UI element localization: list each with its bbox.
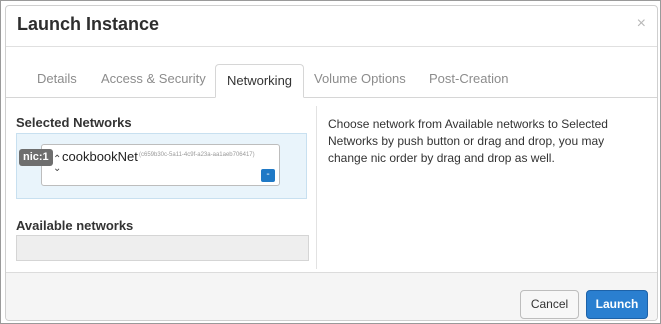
sort-arrows-icon[interactable]: ⌃ ⌄ [53,155,61,174]
panel-divider [316,106,317,269]
tab-bar: Details Access & Security Networking Vol… [6,64,657,98]
selected-network-item[interactable]: nic:1 ⌃ ⌄ cookbookNet (c659b30c-5a11-4c9f… [19,144,280,186]
modal-title: Launch Instance [17,14,160,34]
available-networks-list[interactable] [16,235,309,261]
cancel-button[interactable]: Cancel [520,290,579,319]
tab-networking[interactable]: Networking [215,64,305,98]
tab-details[interactable]: Details [37,71,77,86]
networking-help-text: Choose network from Available networks t… [328,117,608,165]
launch-button[interactable]: Launch [586,290,648,319]
close-icon[interactable]: × [637,15,646,33]
selected-networks-list[interactable]: nic:1 ⌃ ⌄ cookbookNet (c659b30c-5a11-4c9f… [16,133,307,199]
available-networks-label: Available networks [16,218,134,233]
network-name: cookbookNet [62,149,138,164]
nic-badge: nic:1 [19,149,53,166]
remove-network-button[interactable]: - [261,169,275,182]
modal-header: Launch Instance × [6,6,657,47]
tab-volume-options[interactable]: Volume Options [314,71,406,86]
selected-networks-label: Selected Networks [16,115,132,130]
tab-post-creation[interactable]: Post-Creation [429,71,508,86]
networks-panel: Selected Networks nic:1 ⌃ ⌄ cookbookNet (… [16,97,314,277]
screenshot-frame: Launch Instance × Details Access & Secur… [0,0,661,324]
network-id: (c659b30c-5a11-4c9f-a23a-aa1aeb706417) [139,152,255,158]
tab-access-security[interactable]: Access & Security [101,71,206,86]
modal-footer: Cancel Launch [6,272,657,320]
launch-instance-modal: Launch Instance × Details Access & Secur… [5,5,658,321]
